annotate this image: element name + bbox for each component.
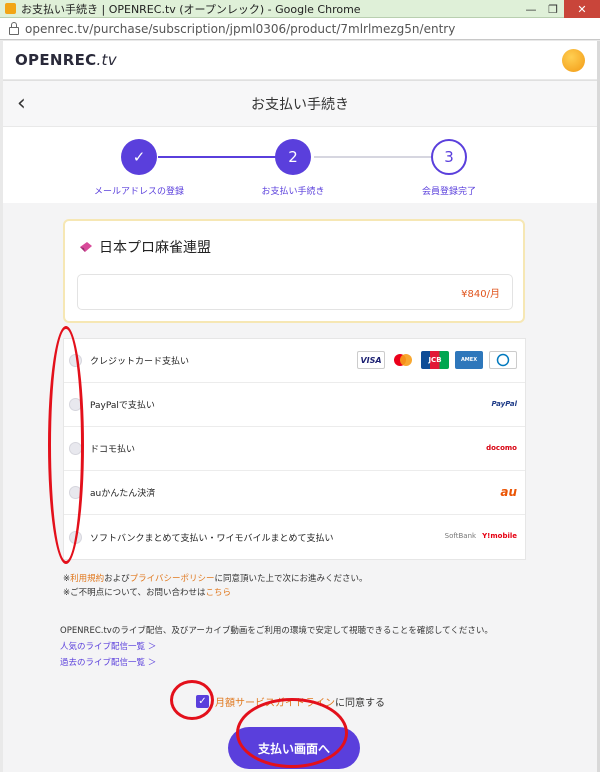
amex-icon: AMEX xyxy=(455,351,483,369)
agree-checkbox[interactable]: ✓ xyxy=(196,695,209,708)
guideline-link[interactable]: 月額サービスガイドライン xyxy=(215,694,335,709)
agree-suffix: に同意する xyxy=(335,698,385,709)
step-2-label: お支払い手続き xyxy=(261,187,325,197)
step-connector-todo xyxy=(314,156,434,158)
payment-option-softbank[interactable]: ソフトバンクまとめて支払い・ワイモバイルまとめて支払い SoftBank Y!m… xyxy=(64,515,525,559)
address-bar[interactable]: openrec.tv/purchase/subscription/jpml030… xyxy=(0,18,600,40)
minimize-icon[interactable]: — xyxy=(520,0,542,18)
payment-label: auかんたん決済 xyxy=(90,489,156,499)
jcb-icon: JCB xyxy=(421,351,449,369)
mahjong-tile-icon xyxy=(79,241,93,253)
au-icon: au xyxy=(500,485,517,499)
carrier-logos: SoftBank Y!mobile xyxy=(445,532,517,540)
radio-paypal[interactable] xyxy=(69,398,82,411)
docomo-icon: docomo xyxy=(486,444,517,452)
guideline-agreement[interactable]: ✓ 月額サービスガイドライン に同意する xyxy=(196,694,385,709)
step-2-circle: 2 xyxy=(275,139,311,175)
window-titlebar: お支払い手続き | OPENREC.tv (オープンレック) - Google … xyxy=(0,0,600,18)
openrec-favicon-icon xyxy=(5,3,16,14)
payment-option-docomo[interactable]: ドコモ払い docomo xyxy=(64,427,525,471)
diners-icon xyxy=(489,351,517,369)
popular-live-link[interactable]: 人気のライブ配信一覧 ＞ xyxy=(60,639,580,655)
payment-option-paypal[interactable]: PayPalで支払い PayPal xyxy=(64,383,525,427)
step-3-circle: 3 xyxy=(431,139,467,175)
radio-docomo[interactable] xyxy=(69,442,82,455)
product-card: 日本プロ麻雀連盟 ¥840/月 xyxy=(63,219,525,323)
step-1-check-icon: ✓ xyxy=(121,139,157,175)
payment-label: クレジットカード支払い xyxy=(90,357,190,367)
url-text[interactable]: openrec.tv/purchase/subscription/jpml030… xyxy=(25,22,455,36)
payment-method-list: クレジットカード支払い VISA JCB AMEX PayPalで支払い Pay… xyxy=(63,338,526,560)
price-box: ¥840/月 xyxy=(77,274,513,310)
past-live-link[interactable]: 過去のライブ配信一覧 ＞ xyxy=(60,655,580,671)
window-title: お支払い手続き | OPENREC.tv (オープンレック) - Google … xyxy=(21,2,361,16)
window-controls: — ❐ ✕ xyxy=(520,0,600,18)
step-1-label: メールアドレスの登録 xyxy=(93,187,184,197)
stream-check-info: OPENREC.tvのライブ配信、及びアーカイブ動画をご利用の環境で安定して視聴… xyxy=(60,623,580,671)
close-icon[interactable]: ✕ xyxy=(564,0,600,18)
step-connector-done xyxy=(158,156,278,158)
softbank-icon: SoftBank xyxy=(444,532,477,540)
lock-icon xyxy=(9,21,19,35)
payment-label: PayPalで支払い xyxy=(90,401,155,411)
payment-label: ソフトバンクまとめて支払い・ワイモバイルまとめて支払い xyxy=(90,533,334,544)
paypal-icon: PayPal xyxy=(491,400,517,408)
back-icon[interactable]: ‹ xyxy=(17,91,26,116)
proceed-to-payment-button[interactable]: 支払い画面へ xyxy=(228,727,360,769)
radio-softbank[interactable] xyxy=(69,530,82,544)
product-price: ¥840/月 xyxy=(461,288,500,300)
avatar[interactable] xyxy=(562,49,585,72)
terms-note-line: ※利用規約およびプライバシーポリシーに同意頂いた上で次にお進みください。 xyxy=(63,574,368,584)
restore-icon[interactable]: ❐ xyxy=(542,0,564,18)
payment-option-au[interactable]: auかんたん決済 au xyxy=(64,471,525,515)
page-title: お支払い手続き xyxy=(251,96,349,113)
contact-link[interactable]: こちら xyxy=(205,588,231,598)
openrec-logo[interactable]: OPENREC.tv xyxy=(15,51,117,69)
progress-steps: ✓ 2 3 メールアドレスの登録 お支払い手続き 会員登録完了 xyxy=(3,127,597,203)
privacy-policy-link[interactable]: プライバシーポリシー xyxy=(130,574,215,584)
product-name: 日本プロ麻雀連盟 xyxy=(79,237,211,257)
payment-label: ドコモ払い xyxy=(90,445,136,455)
radio-au[interactable] xyxy=(69,486,82,499)
card-brand-logos: VISA JCB AMEX xyxy=(357,351,517,369)
visa-icon: VISA xyxy=(357,351,385,369)
stream-check-text: OPENREC.tvのライブ配信、及びアーカイブ動画をご利用の環境で安定して視聴… xyxy=(60,626,493,636)
site-header: OPENREC.tv xyxy=(3,41,597,79)
terms-notes: ※利用規約およびプライバシーポリシーに同意頂いた上で次にお進みください。 ※ご不… xyxy=(63,572,368,600)
contact-note-line: ※ご不明点について、お問い合わせはこちら xyxy=(63,588,231,598)
terms-link[interactable]: 利用規約 xyxy=(70,574,104,584)
payment-option-credit-card[interactable]: クレジットカード支払い VISA JCB AMEX xyxy=(64,339,525,383)
ymobile-icon: Y!mobile xyxy=(482,532,517,540)
step-3-label: 会員登録完了 xyxy=(421,187,476,197)
mastercard-icon xyxy=(391,351,415,369)
radio-credit-card[interactable] xyxy=(69,354,82,367)
page-header: ‹ お支払い手続き xyxy=(3,80,597,126)
